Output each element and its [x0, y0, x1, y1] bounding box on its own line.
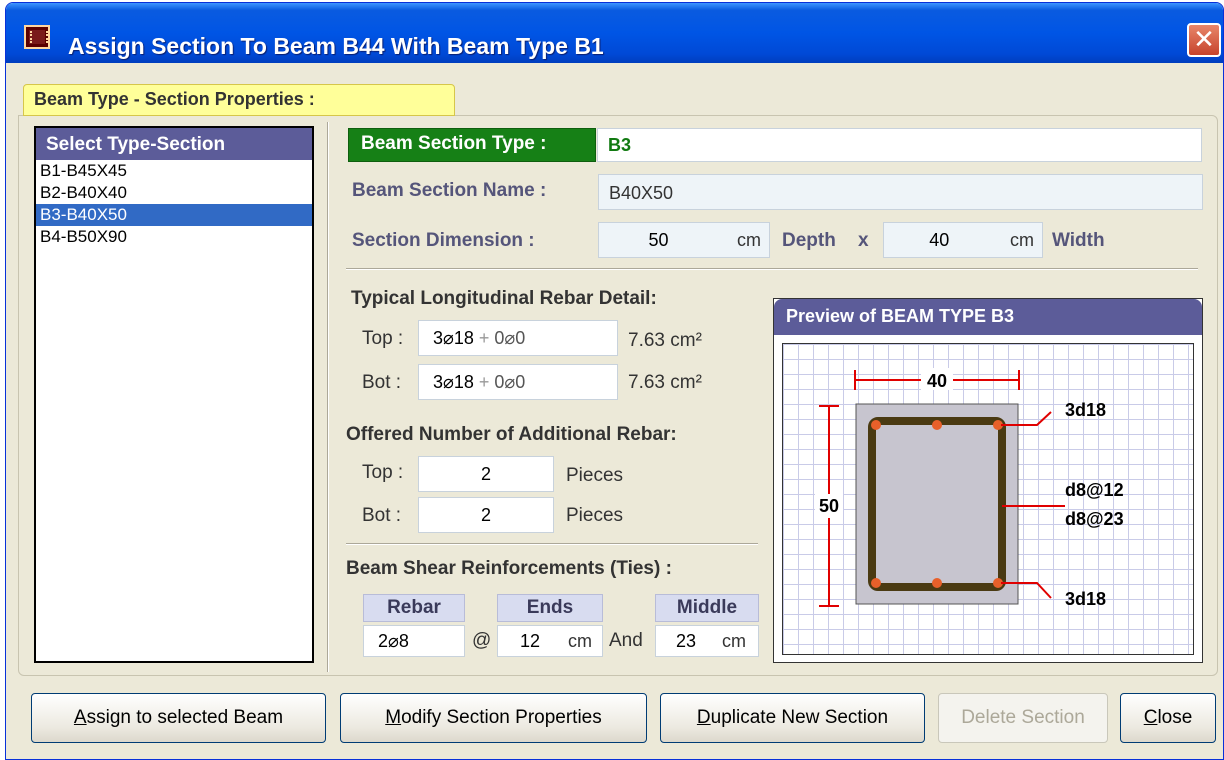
delete-section-button[interactable]: Delete Section [938, 693, 1108, 743]
add-top-unit: Pieces [566, 465, 624, 486]
top-area: 7.63 cm² [628, 330, 702, 351]
middle-value: 23 [676, 631, 697, 651]
tie-rebar-field[interactable]: 2⌀8 [363, 625, 465, 657]
list-item[interactable]: B1-B45X45 [36, 160, 312, 182]
preview-grid: 40 50 3d18 d8@12 d8@23 3d18 [782, 343, 1194, 655]
section-name-label: Beam Section Name : [352, 180, 547, 201]
plus-sign: + [478, 372, 490, 392]
height-dimension-label: 50 [819, 496, 839, 516]
shear-heading: Beam Shear Reinforcements (Ties) : [346, 558, 672, 579]
top-bars-label: 3d18 [1065, 400, 1106, 420]
additional-heading: Offered Number of Additional Rebar: [346, 424, 677, 445]
top-rebar-label: Top : [362, 328, 404, 349]
divider [346, 268, 1198, 270]
middle-unit: cm [722, 631, 746, 651]
section-name-field[interactable]: B40X50 [598, 174, 1203, 210]
depth-label: Depth [782, 230, 836, 251]
button-label: odify Section Properties [401, 707, 602, 728]
times-sign: x [858, 230, 869, 251]
depth-unit: cm [737, 230, 761, 250]
bot-rebar-label: Bot : [362, 372, 402, 393]
list-item[interactable]: B4-B50X90 [36, 226, 312, 248]
assign-button[interactable]: Assign to selected Beam [31, 693, 326, 743]
bot-extra-bars: 0⌀0 [494, 372, 526, 392]
preview-title: Preview of BEAM TYPE B3 [774, 299, 1202, 335]
plus-sign: + [478, 328, 490, 348]
vertical-divider [327, 122, 329, 672]
section-type-field[interactable]: B3 [597, 128, 1202, 162]
button-label: lose [1157, 707, 1193, 728]
add-top-label: Top : [362, 462, 404, 483]
section-type-label: Beam Section Type : [348, 128, 596, 162]
width-value: 40 [929, 230, 950, 250]
button-label: ssign to selected Beam [86, 707, 284, 728]
bot-area: 7.63 cm² [628, 372, 702, 393]
width-unit: cm [1010, 230, 1034, 250]
button-label: uplicate New Section [710, 707, 889, 728]
button-mnemonic: A [73, 707, 87, 728]
rebar-bar [932, 578, 942, 588]
ties-middle-label: d8@23 [1065, 509, 1124, 529]
add-bot-field[interactable]: 2 [418, 497, 554, 533]
app-icon [24, 25, 50, 49]
section-dimension-label: Section Dimension : [352, 230, 535, 251]
ends-column-header: Ends [497, 594, 603, 622]
middle-spacing-field[interactable]: 23 cm [655, 625, 759, 657]
add-bot-label: Bot : [362, 505, 402, 526]
button-label: Delete Section [961, 707, 1085, 728]
ends-spacing-field[interactable]: 12 cm [497, 625, 603, 657]
add-bot-unit: Pieces [566, 505, 624, 526]
concrete-section [855, 403, 1019, 605]
button-mnemonic: D [696, 707, 711, 728]
ties-ends-label: d8@12 [1065, 480, 1124, 500]
and-label: And [609, 630, 643, 651]
depth-value: 50 [648, 230, 669, 250]
bot-main-bars: 3⌀18 [433, 372, 474, 392]
ends-value: 12 [520, 631, 541, 651]
section-preview-panel: Preview of BEAM TYPE B3 40 50 3d18 d8@12… [773, 298, 1203, 663]
depth-field[interactable]: 50 cm [598, 222, 770, 258]
button-mnemonic: M [385, 707, 402, 728]
rebar-bar [932, 420, 942, 430]
width-dimension-label: 40 [927, 371, 947, 391]
divider [346, 543, 758, 545]
rebar-bar [871, 420, 881, 430]
rebar-column-header: Rebar [363, 594, 465, 622]
top-rebar-field[interactable]: 3⌀18 + 0⌀0 [418, 320, 618, 356]
duplicate-section-button[interactable]: Duplicate New Section [660, 693, 925, 743]
rebar-bar [871, 578, 881, 588]
modify-section-button[interactable]: Modify Section Properties [340, 693, 647, 743]
tab-section-properties[interactable]: Beam Type - Section Properties : [23, 84, 455, 116]
beam-section-drawing: 40 50 3d18 d8@12 d8@23 3d18 [815, 368, 1124, 609]
close-button[interactable]: Close [1120, 693, 1216, 743]
ends-unit: cm [568, 631, 592, 651]
top-main-bars: 3⌀18 [433, 328, 474, 348]
close-window-icon[interactable]: ✕ [1187, 23, 1221, 57]
longitudinal-heading: Typical Longitudinal Rebar Detail: [351, 288, 657, 309]
bot-rebar-field[interactable]: 3⌀18 + 0⌀0 [418, 364, 618, 400]
list-item-selected[interactable]: B3-B40X50 [36, 204, 312, 226]
width-field[interactable]: 40 cm [883, 222, 1043, 258]
list-item[interactable]: B2-B40X40 [36, 182, 312, 204]
type-section-list[interactable]: Select Type-Section B1-B45X45 B2-B40X40 … [34, 126, 314, 663]
bot-bars-label: 3d18 [1065, 589, 1106, 609]
middle-column-header: Middle [655, 594, 759, 622]
title-bar[interactable]: Assign Section To Beam B44 With Beam Typ… [6, 3, 1223, 63]
window-title: Assign Section To Beam B44 With Beam Typ… [68, 33, 604, 59]
at-sign: @ [472, 630, 492, 651]
list-header: Select Type-Section [36, 128, 312, 160]
top-extra-bars: 0⌀0 [494, 328, 526, 348]
add-top-field[interactable]: 2 [418, 456, 554, 492]
width-label: Width [1052, 230, 1105, 251]
button-mnemonic: C [1143, 707, 1158, 728]
